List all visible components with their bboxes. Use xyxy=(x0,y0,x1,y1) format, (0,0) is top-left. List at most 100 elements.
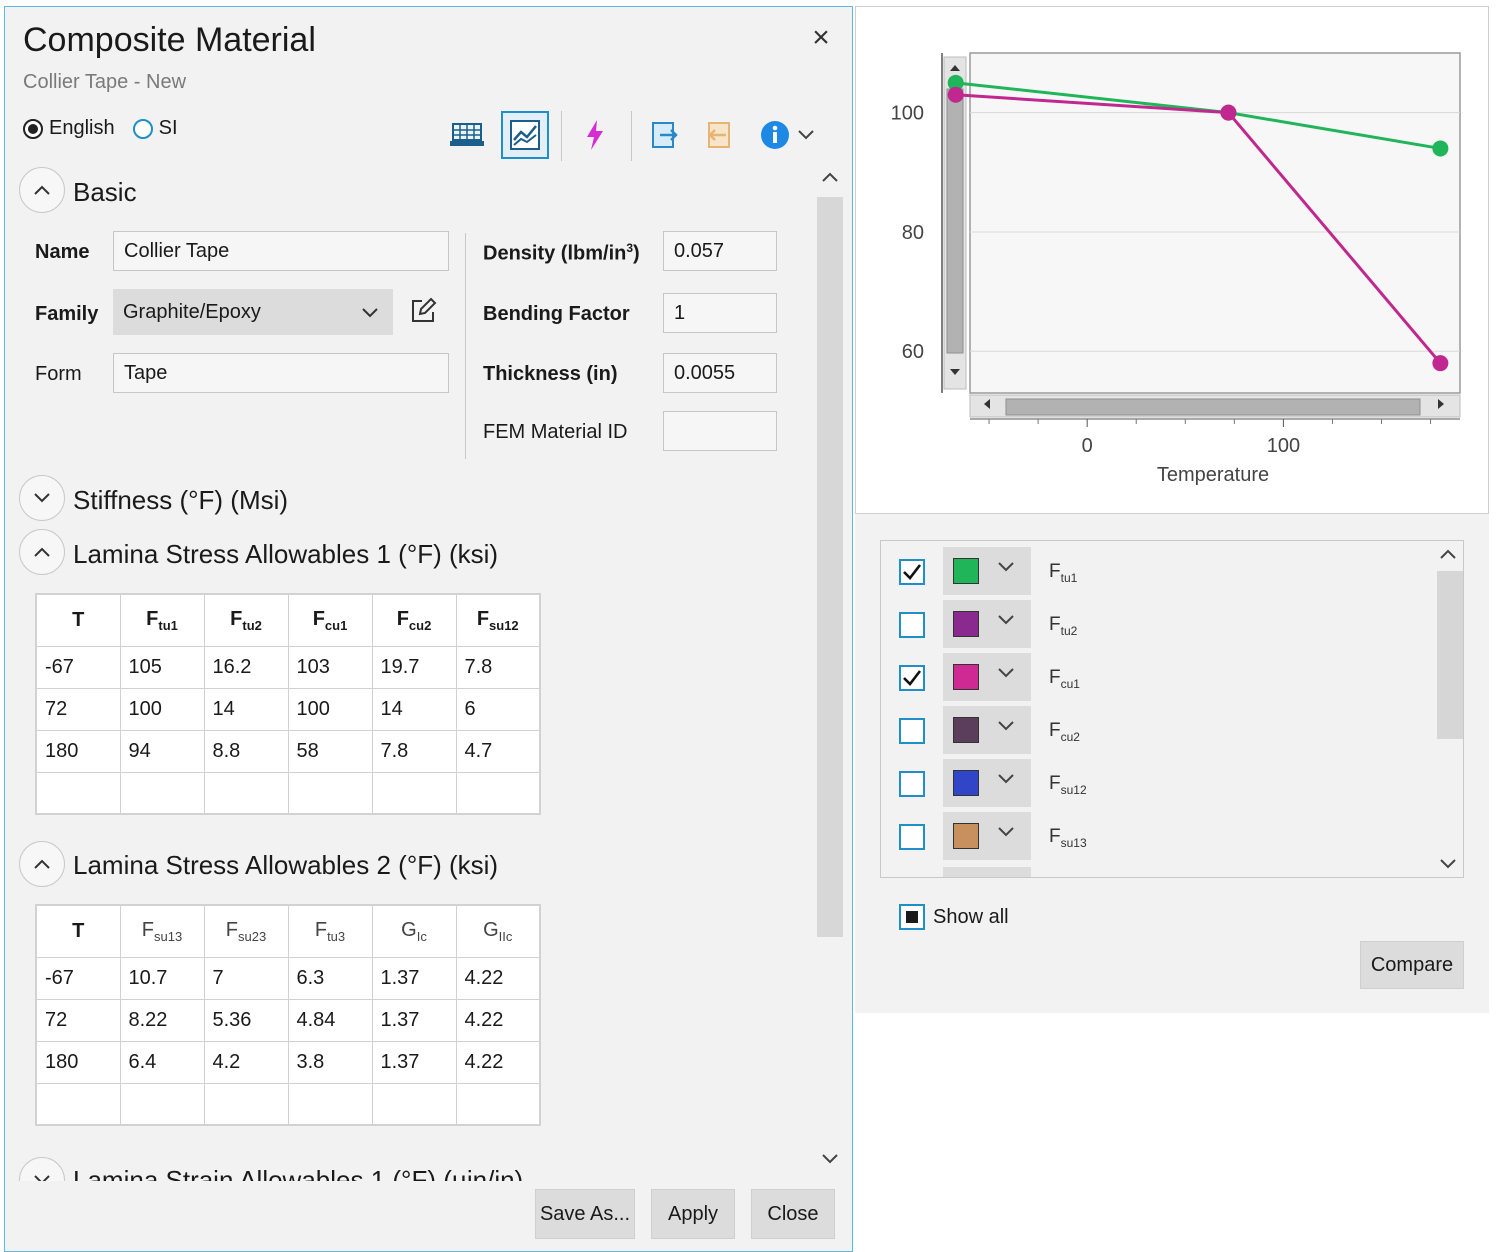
grid-table-icon[interactable] xyxy=(443,111,491,159)
table-cell[interactable] xyxy=(455,771,541,815)
table-cell[interactable] xyxy=(371,1082,457,1126)
series-checkbox[interactable] xyxy=(899,559,925,585)
color-picker[interactable] xyxy=(943,759,1031,807)
table-cell[interactable] xyxy=(119,1082,205,1126)
strain-expand-toggle[interactable] xyxy=(19,1157,65,1181)
table-cell[interactable]: 180 xyxy=(35,729,121,773)
edit-icon[interactable] xyxy=(409,297,441,329)
table-cell[interactable]: 8.22 xyxy=(119,998,205,1042)
table-cell[interactable]: 58 xyxy=(287,729,373,773)
table-cell[interactable] xyxy=(35,771,121,815)
table-cell[interactable] xyxy=(287,1082,373,1126)
table-cell[interactable]: 4.84 xyxy=(287,998,373,1042)
table-cell[interactable] xyxy=(371,771,457,815)
name-field[interactable]: Collier Tape xyxy=(113,231,449,271)
table-cell[interactable]: 19.7 xyxy=(371,645,457,689)
table-cell[interactable]: 8.8 xyxy=(203,729,289,773)
data-point[interactable] xyxy=(1432,140,1449,157)
table-cell[interactable]: 94 xyxy=(119,729,205,773)
basic-collapse-toggle[interactable] xyxy=(19,167,65,213)
table-cell[interactable]: 103 xyxy=(287,645,373,689)
series-checkbox[interactable] xyxy=(899,824,925,850)
table-cell[interactable]: 72 xyxy=(35,687,121,731)
scroll-down-icon[interactable] xyxy=(819,1149,841,1171)
english-radio-indicator[interactable] xyxy=(23,118,43,139)
chevron-down-icon[interactable] xyxy=(791,111,821,159)
thickness-field[interactable]: 0.0055 xyxy=(663,353,777,393)
table-cell[interactable]: 100 xyxy=(119,687,205,731)
vertical-scrollbar[interactable] xyxy=(817,197,843,937)
table-cell[interactable] xyxy=(287,771,373,815)
table-cell[interactable]: -67 xyxy=(35,956,121,1000)
color-picker[interactable] xyxy=(943,812,1031,860)
chart-vertical-scroll-thumb[interactable] xyxy=(946,88,964,354)
allowables2-collapse-toggle[interactable] xyxy=(19,841,65,887)
export-icon[interactable] xyxy=(641,111,689,159)
table-cell[interactable]: 4.7 xyxy=(455,729,541,773)
table-cell[interactable] xyxy=(455,1082,541,1126)
lightning-icon[interactable] xyxy=(571,111,619,159)
fem-material-id-field[interactable] xyxy=(663,411,777,451)
legend-scroll-up-icon[interactable] xyxy=(1439,547,1457,565)
table-cell[interactable]: 10.7 xyxy=(119,956,205,1000)
table-cell[interactable]: 14 xyxy=(203,687,289,731)
table-cell[interactable]: 5.36 xyxy=(203,998,289,1042)
table-cell[interactable]: 7.8 xyxy=(371,729,457,773)
form-field[interactable]: Tape xyxy=(113,353,449,393)
english-radio[interactable]: English xyxy=(23,117,115,140)
data-point[interactable] xyxy=(1432,355,1449,372)
table-cell[interactable] xyxy=(35,1082,121,1126)
table-cell[interactable]: 1.37 xyxy=(371,956,457,1000)
legend-scrollbar[interactable] xyxy=(1437,571,1463,739)
table-cell[interactable]: 4.2 xyxy=(203,1040,289,1084)
close-icon[interactable]: × xyxy=(805,23,837,55)
data-point[interactable] xyxy=(947,86,964,103)
table-cell[interactable]: 6.3 xyxy=(287,956,373,1000)
apply-button[interactable]: Apply xyxy=(651,1189,735,1239)
data-point[interactable] xyxy=(1220,104,1237,121)
series-checkbox[interactable] xyxy=(899,771,925,797)
table-cell[interactable]: 14 xyxy=(371,687,457,731)
compare-button[interactable]: Compare xyxy=(1360,941,1464,989)
table-cell[interactable]: 3.8 xyxy=(287,1040,373,1084)
table-cell[interactable]: 1.37 xyxy=(371,1040,457,1084)
si-radio[interactable]: SI xyxy=(132,117,178,140)
bending-factor-field[interactable]: 1 xyxy=(663,293,777,333)
close-button[interactable]: Close xyxy=(751,1189,835,1239)
show-all-checkbox[interactable] xyxy=(899,904,925,930)
color-picker[interactable] xyxy=(943,600,1031,648)
table-cell[interactable]: 4.22 xyxy=(455,956,541,1000)
table-cell[interactable]: 72 xyxy=(35,998,121,1042)
scroll-up-icon[interactable] xyxy=(819,167,841,189)
table-cell[interactable]: 4.22 xyxy=(455,1040,541,1084)
table-cell[interactable]: 1.37 xyxy=(371,998,457,1042)
table-cell[interactable]: 7.8 xyxy=(455,645,541,689)
table-cell[interactable]: 16.2 xyxy=(203,645,289,689)
allowables1-collapse-toggle[interactable] xyxy=(19,529,65,575)
series-checkbox[interactable] xyxy=(899,718,925,744)
color-picker[interactable] xyxy=(943,547,1031,595)
density-field[interactable]: 0.057 xyxy=(663,231,777,271)
table-cell[interactable]: 6 xyxy=(455,687,541,731)
color-picker[interactable] xyxy=(943,653,1031,701)
family-dropdown[interactable]: Graphite/Epoxy xyxy=(113,289,393,335)
table-cell[interactable]: 180 xyxy=(35,1040,121,1084)
table-cell[interactable]: 105 xyxy=(119,645,205,689)
chart-horizontal-scroll-thumb[interactable] xyxy=(1005,398,1421,416)
color-picker[interactable] xyxy=(943,706,1031,754)
table-cell[interactable] xyxy=(203,771,289,815)
table-cell[interactable]: 100 xyxy=(287,687,373,731)
table-cell[interactable]: 6.4 xyxy=(119,1040,205,1084)
table-cell[interactable]: 4.22 xyxy=(455,998,541,1042)
table-cell[interactable] xyxy=(203,1082,289,1126)
si-radio-indicator[interactable] xyxy=(132,118,153,139)
table-cell[interactable] xyxy=(119,771,205,815)
chart-icon[interactable] xyxy=(501,111,549,159)
series-checkbox[interactable] xyxy=(899,612,925,638)
table-cell[interactable]: -67 xyxy=(35,645,121,689)
series-checkbox[interactable] xyxy=(899,665,925,691)
legend-scroll-down-icon[interactable] xyxy=(1439,857,1457,875)
save-as-button[interactable]: Save As... xyxy=(535,1189,635,1239)
table-cell[interactable]: 7 xyxy=(203,956,289,1000)
import-icon[interactable] xyxy=(693,111,741,159)
